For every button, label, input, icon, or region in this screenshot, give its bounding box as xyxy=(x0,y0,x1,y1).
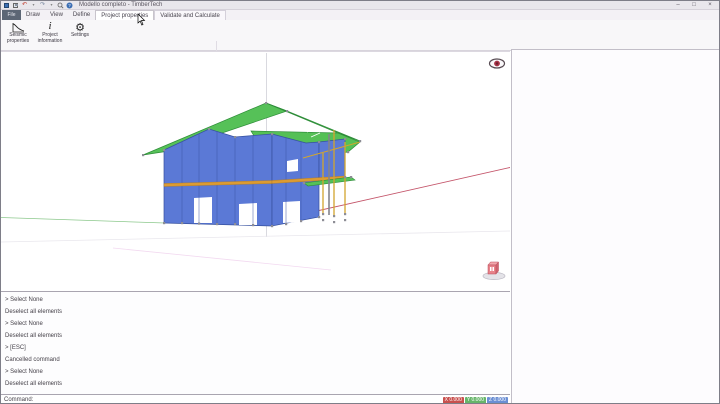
mouse-cursor xyxy=(137,14,146,26)
maximize-button[interactable]: □ xyxy=(689,2,699,8)
tab-validate-and-calculate[interactable]: Validate and Calculate xyxy=(154,10,226,20)
console-line: > Select None xyxy=(5,321,43,327)
command-prompt: Command: xyxy=(4,397,34,403)
tab-define[interactable]: Define xyxy=(68,10,95,20)
project-information-button[interactable]: i Project information xyxy=(33,21,67,47)
view-gizmo-icon[interactable] xyxy=(481,258,507,282)
door-opening xyxy=(283,201,300,223)
tab-view[interactable]: View xyxy=(45,10,68,20)
title-bar: ↶ ▾ ↷ ▾ ? Modello completo - TimberTech … xyxy=(1,1,719,10)
eye-icon[interactable] xyxy=(487,56,507,71)
building-model xyxy=(1,53,511,271)
redo-icon[interactable]: ↷ xyxy=(39,2,46,8)
zoom-icon[interactable] xyxy=(57,2,64,9)
app-window: ↶ ▾ ↷ ▾ ? Modello completo - TimberTech … xyxy=(0,0,720,404)
settings-button[interactable]: ⚙ Settings xyxy=(67,21,93,47)
console-line: Cancelled command xyxy=(5,357,60,363)
quick-access-toolbar: ↶ ▾ ↷ ▾ ? xyxy=(1,2,73,9)
help-icon[interactable]: ? xyxy=(66,2,73,8)
y-axis-line xyxy=(1,217,166,224)
door-opening xyxy=(194,197,212,223)
coord-z-badge: Z 0.000 xyxy=(487,396,508,403)
side-panel xyxy=(511,49,719,403)
console-line: Deselect all elements xyxy=(5,333,63,339)
door-opening xyxy=(239,203,257,225)
coordinate-display: X 0.000 Y 0.000 Z 0.000 xyxy=(442,396,510,403)
model-viewport[interactable] xyxy=(1,51,511,291)
coord-x-badge: X 0.000 xyxy=(442,396,464,403)
coord-y-badge: Y 0.000 xyxy=(464,396,487,403)
grid-line xyxy=(112,247,332,271)
console-line: > [ESC] xyxy=(5,345,26,351)
minimize-button[interactable]: – xyxy=(673,2,683,8)
ribbon-panel: Seismic properties i Project information… xyxy=(1,20,719,70)
ground-line xyxy=(1,230,511,243)
settings-label: Settings xyxy=(70,32,90,38)
console-line: > Select None xyxy=(5,369,43,375)
tab-draw[interactable]: Draw xyxy=(21,10,45,20)
seismic-properties-label: Seismic properties xyxy=(6,32,30,44)
undo-dropdown-icon[interactable]: ▾ xyxy=(30,2,37,8)
file-menu-button[interactable]: File xyxy=(2,10,21,20)
command-console: > Select None Deselect all elements > Se… xyxy=(1,291,510,394)
window-title: Modello completo - TimberTech xyxy=(79,2,163,8)
ribbon-tab-row: File Draw View Define Project properties… xyxy=(1,10,719,20)
console-line: > Select None xyxy=(5,297,43,303)
window-opening xyxy=(287,159,298,172)
command-input-row[interactable]: Command: X 0.000 Y 0.000 Z 0.000 xyxy=(1,394,510,403)
seismic-properties-button[interactable]: Seismic properties xyxy=(3,21,33,47)
console-line: Deselect all elements xyxy=(5,309,63,315)
redo-dropdown-icon[interactable]: ▾ xyxy=(48,2,55,8)
app-icon[interactable] xyxy=(3,2,10,8)
console-line: Deselect all elements xyxy=(5,381,63,387)
undo-icon[interactable]: ↶ xyxy=(21,2,28,8)
save-icon[interactable] xyxy=(12,2,19,8)
project-information-label: Project information xyxy=(37,32,63,44)
close-button[interactable]: × xyxy=(705,2,715,8)
